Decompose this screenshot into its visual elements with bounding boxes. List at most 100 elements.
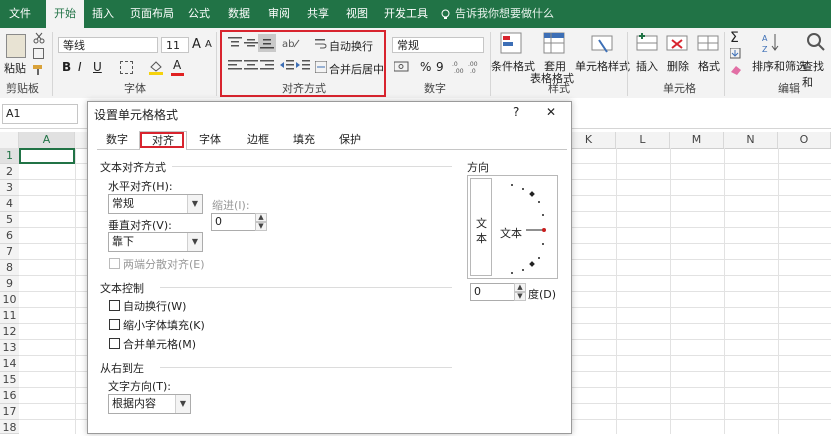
spin-up-icon[interactable]: ▲ bbox=[255, 213, 267, 222]
row-header-11[interactable]: 11 bbox=[0, 308, 19, 324]
column-header-l[interactable]: L bbox=[616, 132, 670, 148]
row-header-13[interactable]: 13 bbox=[0, 340, 19, 356]
paste-button[interactable]: 粘贴 bbox=[4, 60, 26, 76]
insert-cells-icon[interactable] bbox=[636, 32, 658, 56]
row-header-16[interactable]: 16 bbox=[0, 388, 19, 404]
font-size-combo[interactable]: 11 bbox=[161, 37, 189, 53]
tab-fill[interactable]: 填充 bbox=[287, 131, 321, 149]
row-header-7[interactable]: 7 bbox=[0, 244, 19, 260]
find-select-button[interactable]: 查找和 bbox=[802, 58, 831, 90]
horizontal-align-combo[interactable]: 常规 ▼ bbox=[108, 194, 203, 214]
column-header-o[interactable]: O bbox=[778, 132, 831, 148]
divider bbox=[160, 287, 452, 288]
row-header-15[interactable]: 15 bbox=[0, 372, 19, 388]
menu-file[interactable]: 文件 bbox=[0, 0, 40, 28]
comma-button[interactable]: 9 bbox=[436, 60, 444, 74]
grow-font-button[interactable]: A bbox=[192, 37, 201, 52]
format-as-table-icon[interactable] bbox=[543, 32, 565, 56]
menu-page-layout[interactable]: 页面布局 bbox=[126, 0, 178, 28]
vertical-align-combo[interactable]: 靠下 ▼ bbox=[108, 232, 203, 252]
tab-protection[interactable]: 保护 bbox=[333, 131, 367, 149]
row-header-2[interactable]: 2 bbox=[0, 164, 19, 180]
borders-icon[interactable] bbox=[120, 61, 133, 74]
currency-icon[interactable] bbox=[394, 60, 410, 74]
styles-group-label: 样式 bbox=[548, 82, 570, 95]
format-cells-icon[interactable] bbox=[697, 32, 719, 56]
menu-home[interactable]: 开始 bbox=[46, 0, 84, 28]
tab-font[interactable]: 字体 bbox=[193, 131, 227, 149]
shrink-to-fit-checkbox[interactable] bbox=[109, 319, 120, 330]
row-header-17[interactable]: 17 bbox=[0, 404, 19, 420]
column-header-n[interactable]: N bbox=[724, 132, 778, 148]
menu-formulas[interactable]: 公式 bbox=[184, 0, 214, 28]
percent-button[interactable]: % bbox=[420, 60, 431, 74]
text-direction-combo[interactable]: 根据内容 ▼ bbox=[108, 394, 191, 414]
cell-styles-button[interactable]: 单元格样式 bbox=[575, 58, 630, 74]
column-header-m[interactable]: M bbox=[670, 132, 724, 148]
row-header-14[interactable]: 14 bbox=[0, 356, 19, 372]
rtl-heading: 从右到左 bbox=[100, 362, 144, 375]
spin-up-icon[interactable]: ▲ bbox=[514, 283, 526, 292]
conditional-formatting-button[interactable]: 条件格式 bbox=[491, 58, 535, 74]
number-format-combo[interactable]: 常规 bbox=[392, 37, 484, 53]
select-all-corner[interactable] bbox=[0, 132, 19, 148]
wrap-text-checkbox[interactable] bbox=[109, 300, 120, 311]
row-header-4[interactable]: 4 bbox=[0, 196, 19, 212]
cell-styles-icon[interactable] bbox=[591, 32, 613, 56]
chevron-down-icon: ▼ bbox=[187, 233, 202, 251]
wrap-text-label: 自动换行(W) bbox=[123, 300, 187, 313]
font-name-combo[interactable]: 等线 bbox=[58, 37, 158, 53]
justify-distributed-checkbox[interactable] bbox=[109, 258, 120, 269]
increase-decimal-icon[interactable]: .0.00 bbox=[452, 60, 466, 74]
fill-icon[interactable] bbox=[730, 48, 742, 60]
menu-data[interactable]: 数据 bbox=[224, 0, 254, 28]
row-header-1[interactable]: 1 bbox=[0, 148, 19, 164]
close-button[interactable]: ✕ bbox=[546, 105, 556, 119]
row-header-10[interactable]: 10 bbox=[0, 292, 19, 308]
menu-view[interactable]: 视图 bbox=[342, 0, 372, 28]
copy-icon[interactable] bbox=[33, 48, 44, 59]
font-color-button[interactable]: A bbox=[173, 58, 181, 72]
delete-cells-icon[interactable] bbox=[666, 32, 688, 56]
menu-review[interactable]: 审阅 bbox=[264, 0, 294, 28]
spin-down-icon[interactable]: ▼ bbox=[514, 292, 526, 301]
sort-filter-button[interactable]: 排序和筛选 bbox=[752, 58, 807, 74]
paste-icon[interactable] bbox=[6, 34, 26, 58]
clear-icon[interactable] bbox=[730, 64, 742, 76]
conditional-formatting-icon[interactable] bbox=[500, 32, 522, 56]
row-header-18[interactable]: 18 bbox=[0, 420, 19, 434]
row-header-3[interactable]: 3 bbox=[0, 180, 19, 196]
clipboard-group-label: 剪贴板 bbox=[6, 82, 39, 95]
find-select-icon[interactable] bbox=[806, 32, 826, 54]
underline-button[interactable]: U bbox=[93, 60, 102, 74]
row-header-6[interactable]: 6 bbox=[0, 228, 19, 244]
tell-me-search[interactable]: 告诉我你想要做什么 bbox=[455, 0, 554, 28]
row-header-9[interactable]: 9 bbox=[0, 276, 19, 292]
insert-button[interactable]: 插入 bbox=[636, 58, 658, 74]
tab-border[interactable]: 边框 bbox=[241, 131, 275, 149]
cut-icon[interactable] bbox=[33, 32, 45, 44]
fill-color-icon[interactable] bbox=[148, 59, 164, 75]
sort-filter-icon[interactable]: AZ bbox=[762, 32, 782, 54]
selected-cell-a1[interactable] bbox=[19, 148, 75, 164]
tab-number[interactable]: 数字 bbox=[100, 131, 134, 149]
menu-developer[interactable]: 开发工具 bbox=[383, 0, 429, 28]
row-header-8[interactable]: 8 bbox=[0, 260, 19, 276]
help-button[interactable]: ? bbox=[513, 105, 519, 119]
spin-down-icon[interactable]: ▼ bbox=[255, 222, 267, 231]
row-header-5[interactable]: 5 bbox=[0, 212, 19, 228]
decrease-decimal-icon[interactable]: .00.0 bbox=[468, 60, 482, 74]
format-button[interactable]: 格式 bbox=[698, 58, 720, 74]
column-header-a[interactable]: A bbox=[19, 132, 75, 148]
autosum-icon[interactable]: Σ bbox=[730, 30, 739, 46]
delete-button[interactable]: 删除 bbox=[667, 58, 689, 74]
name-box[interactable]: A1 bbox=[2, 104, 78, 124]
format-painter-icon[interactable] bbox=[32, 64, 46, 76]
menu-share[interactable]: 共享 bbox=[303, 0, 333, 28]
italic-button[interactable]: I bbox=[78, 60, 82, 74]
row-header-12[interactable]: 12 bbox=[0, 324, 19, 340]
merge-cells-checkbox[interactable] bbox=[109, 338, 120, 349]
shrink-font-button[interactable]: A bbox=[205, 39, 212, 50]
menu-insert[interactable]: 插入 bbox=[88, 0, 118, 28]
bold-button[interactable]: B bbox=[62, 60, 71, 74]
